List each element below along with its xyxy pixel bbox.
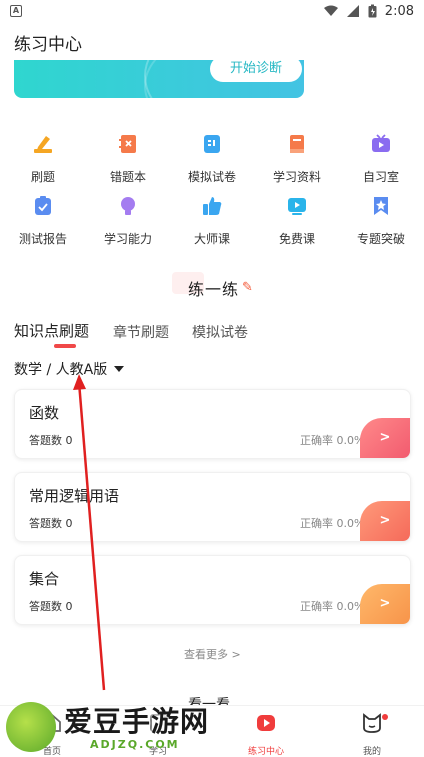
play-screen-icon — [288, 198, 306, 215]
grid-item-topic-breakthrough[interactable]: 专题突破 — [341, 195, 421, 247]
wifi-icon — [323, 5, 338, 16]
feature-grid-row-2: 测试报告 学习能力 大师课 免费课 专题突破 — [0, 195, 424, 255]
subject-selector[interactable]: 数学 / 人教A版 — [14, 359, 125, 379]
status-app-icon: A — [10, 5, 22, 17]
signal-icon — [346, 5, 359, 17]
tabbar-mine[interactable]: 我的 — [342, 712, 402, 757]
watermark-logo — [6, 702, 56, 752]
enter-topic-button[interactable]: > — [360, 418, 410, 458]
topic-card[interactable]: 常用逻辑用语 答题数 0 正确率 0.0% > — [14, 472, 411, 542]
exam-paper-icon — [204, 135, 220, 153]
grid-item-practice[interactable]: 刷题 — [3, 133, 83, 185]
notebook-icon — [119, 135, 136, 153]
cat-face-icon — [363, 713, 381, 733]
report-icon — [35, 196, 51, 215]
accuracy-rate: 正确率 0.0% — [300, 517, 365, 530]
diagnosis-banner[interactable]: 开始诊断 — [14, 56, 304, 98]
bookmark-star-icon — [374, 197, 388, 215]
feature-grid-row-1: 刷题 错题本 模拟试卷 学习资料 自习室 — [0, 133, 424, 193]
play-icon — [257, 715, 275, 731]
tab-knowledge-point[interactable]: 知识点刷题 — [14, 320, 89, 341]
status-bar: A 2:08 — [0, 0, 424, 22]
topic-card[interactable]: 函数 答题数 0 正确率 0.0% > — [14, 389, 411, 459]
enter-topic-button[interactable]: > — [360, 501, 410, 541]
pencil-icon: ✎ — [242, 280, 253, 295]
enter-topic-button[interactable]: > — [360, 584, 410, 624]
topic-title: 集合 — [29, 570, 60, 588]
accuracy-rate: 正确率 0.0% — [300, 600, 365, 613]
watermark: 爱豆手游网 ADJZQ.COM — [6, 694, 246, 756]
grid-item-wrong-book[interactable]: 错题本 — [88, 133, 168, 185]
battery-icon — [368, 4, 377, 18]
topic-title: 常用逻辑用语 — [29, 487, 120, 505]
status-time: 2:08 — [384, 3, 414, 19]
caret-down-icon — [114, 366, 125, 372]
grid-item-free-class[interactable]: 免费课 — [257, 195, 337, 247]
grid-item-study-room[interactable]: 自习室 — [341, 133, 421, 185]
view-more-link[interactable]: 查看更多 > — [184, 646, 241, 662]
topic-title: 函数 — [29, 404, 60, 422]
practice-tabs: 知识点刷题 章节刷题 模拟试卷 — [14, 320, 410, 348]
answer-count: 答题数 0 — [29, 434, 73, 447]
tab-mock-exam[interactable]: 模拟试卷 — [192, 322, 248, 342]
bulb-icon — [121, 197, 135, 215]
pencil-icon — [34, 136, 52, 153]
thumb-up-icon — [203, 197, 222, 215]
page-title: 练习中心 — [14, 35, 82, 55]
answer-count: 答题数 0 — [29, 517, 73, 530]
answer-count: 答题数 0 — [29, 600, 73, 613]
watermark-title: 爱豆手游网 — [64, 705, 210, 738]
subject-label: 数学 / 人教A版 — [14, 362, 108, 378]
grid-item-learning-ability[interactable]: 学习能力 — [88, 195, 168, 247]
watermark-subtitle: ADJZQ.COM — [90, 738, 180, 751]
topic-card[interactable]: 集合 答题数 0 正确率 0.0% > — [14, 555, 411, 625]
grid-item-test-report[interactable]: 测试报告 — [3, 195, 83, 247]
grid-item-mock-exam[interactable]: 模拟试卷 — [172, 133, 252, 185]
page-header: 练习中心 — [0, 22, 424, 60]
book-icon — [290, 135, 304, 153]
grid-item-master-class[interactable]: 大师课 — [172, 195, 252, 247]
grid-item-materials[interactable]: 学习资料 — [257, 133, 337, 185]
tab-active-indicator — [54, 344, 76, 348]
tv-icon — [372, 134, 390, 152]
tab-chapter[interactable]: 章节刷题 — [113, 322, 169, 342]
accuracy-rate: 正确率 0.0% — [300, 434, 365, 447]
section-title: 练一练 — [188, 280, 240, 299]
notification-dot — [382, 714, 388, 720]
